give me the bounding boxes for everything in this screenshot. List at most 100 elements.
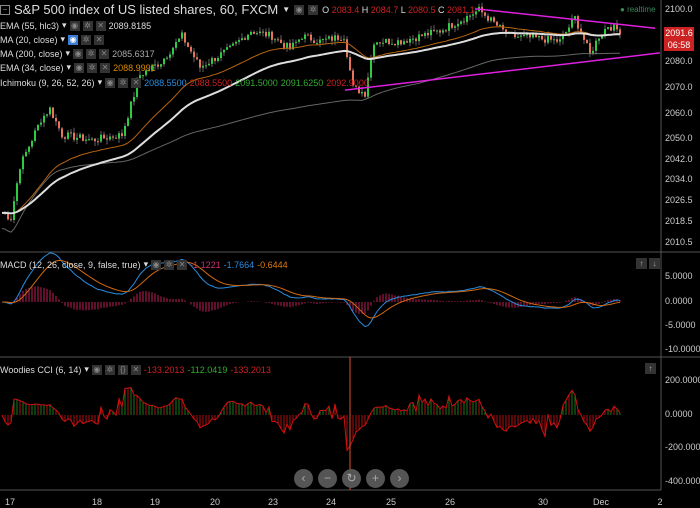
indicator-label[interactable]: Ichimoku (9, 26, 52, 26) (0, 78, 95, 88)
symbol-title[interactable]: S&P 500 index of US listed shares, 60, F… (14, 2, 278, 17)
candle (553, 39, 555, 41)
legend-macd: MACD (12, 26, close, 9, false, true) ▾ ◉ ✲… (0, 259, 288, 270)
candle (241, 38, 243, 41)
gear-icon[interactable]: ✲ (118, 77, 129, 88)
move-up-icon[interactable]: ↑ (636, 258, 647, 269)
candle (541, 36, 543, 40)
candle (475, 11, 477, 15)
close-icon[interactable]: ✕ (100, 62, 111, 73)
candle (376, 42, 378, 45)
candle (544, 39, 546, 43)
time-axis-label: 17 (4, 497, 16, 507)
candle (184, 32, 186, 43)
indicator-label[interactable]: EMA (34, close) (0, 63, 64, 73)
collapse-icon[interactable]: − (0, 4, 10, 15)
candle (457, 23, 459, 27)
candle (193, 51, 195, 58)
candle (340, 39, 342, 41)
candle (265, 31, 267, 37)
candle (343, 39, 345, 41)
candle (295, 41, 297, 43)
candle (445, 30, 447, 32)
gear-icon[interactable]: ✲ (104, 364, 115, 375)
close-icon[interactable]: ✕ (130, 364, 141, 375)
close-icon[interactable]: ✕ (94, 34, 105, 45)
candle (85, 139, 87, 141)
high-label: H (361, 4, 369, 15)
gear-icon[interactable]: ✲ (86, 48, 97, 59)
price-axis-label: 2060.0 (665, 108, 693, 118)
zoom-out-button[interactable]: − (318, 469, 337, 488)
candle (550, 36, 552, 40)
macd-axis-label: -10.0000 (665, 344, 700, 354)
close-icon[interactable]: ✕ (99, 48, 110, 59)
chart-header: − S&P 500 index of US listed shares, 60,… (0, 2, 475, 17)
candle (208, 63, 210, 66)
candle (244, 38, 246, 40)
candle (133, 96, 135, 102)
candle (34, 130, 36, 141)
candle (598, 38, 600, 41)
scroll-left-button[interactable]: ‹ (294, 469, 313, 488)
close-icon[interactable]: ✕ (95, 20, 106, 31)
candle (10, 219, 12, 221)
zoom-in-button[interactable]: + (366, 469, 385, 488)
candle (124, 126, 126, 136)
eye-icon[interactable]: ◉ (73, 48, 84, 59)
candle (247, 34, 249, 40)
eye-icon[interactable]: ◉ (91, 364, 102, 375)
candle (310, 34, 312, 41)
candle (175, 42, 177, 48)
close-icon[interactable]: ✕ (177, 259, 188, 270)
eye-icon[interactable]: ◉ (69, 20, 80, 31)
macd-histogram-value: -1.1221 (190, 259, 221, 270)
candle (130, 101, 132, 119)
eye-icon[interactable]: ◉ (74, 62, 85, 73)
close-icon[interactable]: ✕ (131, 77, 142, 88)
candle (589, 43, 591, 53)
move-up-icon[interactable]: ↑ (645, 363, 656, 374)
candle (223, 49, 225, 53)
candle (487, 15, 489, 21)
time-axis-label: 2 (657, 497, 663, 507)
macd-axis-label: 0.0000 (665, 296, 693, 306)
candle (496, 21, 498, 26)
candle (307, 34, 309, 36)
chevron-down-icon[interactable]: ▼ (282, 5, 290, 14)
eye-icon[interactable]: ◉ (68, 34, 79, 45)
candle (328, 36, 330, 39)
candle (337, 35, 339, 40)
gear-icon[interactable]: ✲ (87, 62, 98, 73)
gear-icon[interactable]: ✲ (81, 34, 92, 45)
candle (250, 31, 252, 35)
candle (190, 46, 192, 52)
candle (448, 23, 450, 31)
legend-ichimoku: Ichimoku (9, 26, 52, 26) ▾ ◉ ✲ ✕ 2088.5500 … (0, 77, 369, 88)
candle (91, 138, 93, 140)
indicator-label[interactable]: EMA (55, hlc3) (0, 21, 59, 31)
eye-icon[interactable]: ◉ (105, 77, 116, 88)
move-down-icon[interactable]: ↓ (649, 258, 660, 269)
candle (277, 39, 279, 41)
gear-icon[interactable]: ✲ (308, 4, 319, 15)
candle (49, 107, 51, 115)
indicator-label[interactable]: MACD (12, 26, close, 9, false, true) (0, 260, 141, 270)
candle (214, 58, 216, 61)
scroll-right-button[interactable]: › (390, 469, 409, 488)
candle (115, 137, 117, 139)
braces-icon[interactable]: {} (117, 364, 128, 375)
indicator-value: 2088.5500 (189, 77, 233, 88)
candle (532, 34, 534, 38)
gear-icon[interactable]: ✲ (82, 20, 93, 31)
indicator-label[interactable]: MA (200, close) (0, 49, 63, 59)
gear-icon[interactable]: ✲ (164, 259, 175, 270)
time-axis-label: Dec (592, 497, 610, 507)
eye-icon[interactable]: ◉ (151, 259, 162, 270)
indicator-label[interactable]: MA (20, close) (0, 35, 58, 45)
reset-button[interactable]: ↻ (342, 469, 361, 488)
legend-ema34: EMA (34, close) ▾ ◉ ✲ ✕ 2088.9991 (0, 62, 156, 73)
indicator-label[interactable]: Woodies CCI (6, 14) (0, 365, 81, 375)
price-axis-label: 2080.0 (665, 56, 693, 66)
eye-icon[interactable]: ◉ (294, 4, 305, 15)
candle (127, 118, 129, 127)
